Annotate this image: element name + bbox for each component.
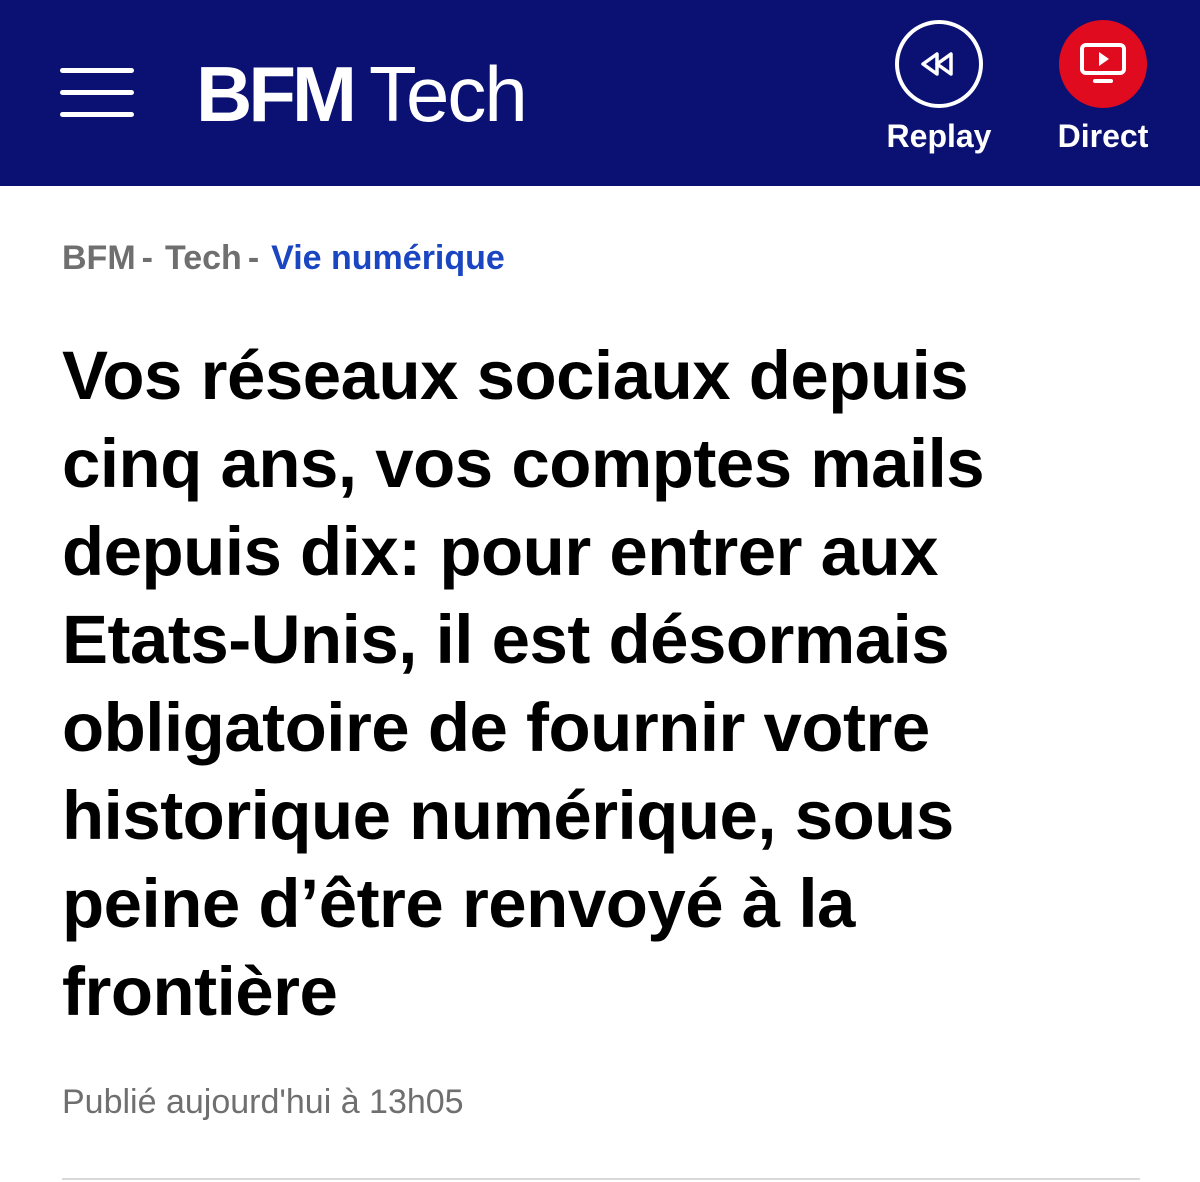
direct-button[interactable]: Direct bbox=[1038, 20, 1168, 170]
site-header: BFM Tech Replay Direct bbox=[0, 0, 1200, 186]
breadcrumb: BFM - Tech - Vie numérique bbox=[62, 236, 505, 280]
menu-bar bbox=[60, 68, 134, 73]
replay-button[interactable]: Replay bbox=[874, 20, 1004, 170]
breadcrumb-item-bfm[interactable]: BFM bbox=[62, 239, 136, 277]
article-title: Vos réseaux sociaux depuis cinq ans, vos… bbox=[62, 337, 985, 1030]
breadcrumb-separator: - bbox=[141, 239, 153, 277]
site-logo[interactable]: BFM Tech bbox=[196, 54, 528, 134]
logo-section: Tech bbox=[368, 50, 528, 138]
publish-date: Publié aujourd'hui à 13h05 bbox=[62, 1083, 464, 1121]
tv-play-icon bbox=[1059, 20, 1147, 108]
breadcrumb-item-vie-numerique[interactable]: Vie numérique bbox=[271, 239, 505, 277]
menu-bar bbox=[60, 90, 134, 95]
rewind-icon bbox=[895, 20, 983, 108]
breadcrumb-separator: - bbox=[247, 239, 260, 277]
direct-label: Direct bbox=[1057, 118, 1149, 154]
hamburger-menu-icon[interactable] bbox=[60, 68, 136, 118]
divider bbox=[62, 1178, 1140, 1180]
breadcrumb-item-tech[interactable]: Tech bbox=[165, 239, 242, 277]
menu-bar bbox=[60, 112, 134, 117]
logo-brand: BFM bbox=[196, 50, 357, 138]
replay-label: Replay bbox=[886, 118, 992, 154]
